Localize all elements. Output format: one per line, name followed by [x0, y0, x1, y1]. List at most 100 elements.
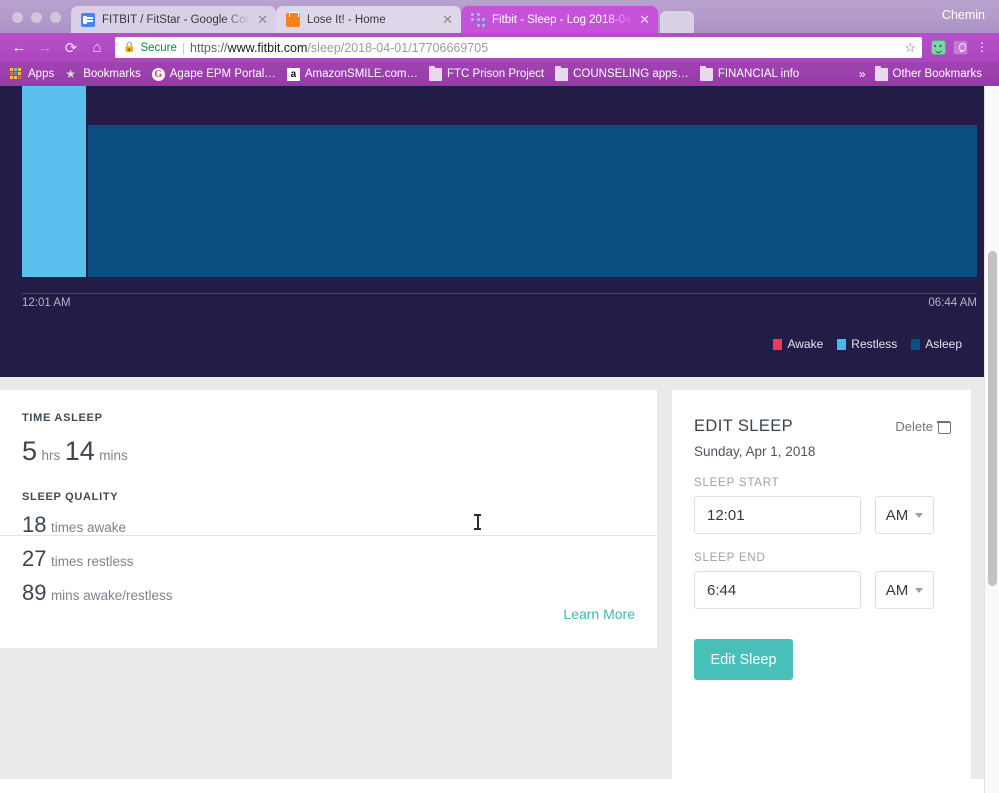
quality-row-awake: 18 times awake — [22, 509, 635, 543]
lock-icon: 🔒 — [123, 42, 136, 53]
profile-name[interactable]: Chemin — [942, 8, 985, 22]
bookmarks-overflow-button[interactable]: » — [852, 67, 873, 81]
time-asleep-hours-unit: hrs — [41, 448, 61, 463]
learn-more-link[interactable]: Learn More — [563, 606, 635, 622]
legend-item-awake: Awake — [773, 337, 823, 351]
folder-icon — [699, 66, 713, 81]
tab-fitbit-fitstar-google-contacts[interactable]: FITBIT / FitStar - Google Conta ✕ — [71, 6, 276, 33]
sleep-date: Sunday, Apr 1, 2018 — [694, 444, 816, 459]
bookmark-amazonsmile[interactable]: a AmazonSMILE.com… — [285, 67, 427, 81]
chart-end-time-label: 06:44 AM — [928, 297, 977, 309]
new-tab-button[interactable] — [660, 11, 694, 33]
close-icon[interactable]: ✕ — [257, 13, 268, 26]
card-divider — [0, 535, 657, 536]
sleep-stats-card: TIME ASLEEP 5 hrs 14 mins SLEEP QUALITY … — [0, 390, 657, 648]
meridiem-value: AM — [885, 506, 909, 524]
bookmark-ftc-prison-project[interactable]: FTC Prison Project — [427, 66, 553, 81]
forward-arrow-icon[interactable]: → — [32, 35, 58, 61]
chevron-down-icon — [915, 587, 924, 593]
chart-band-asleep — [88, 125, 977, 277]
sleep-quality-section: SLEEP QUALITY 18 times awake 27 times re… — [0, 467, 657, 611]
close-icon[interactable]: ✕ — [442, 13, 453, 26]
bookmark-bookmarks[interactable]: ★ Bookmarks — [63, 66, 150, 81]
bookmark-other-bookmarks[interactable]: Other Bookmarks — [873, 66, 991, 81]
tab-label: FITBIT / FitStar - Google Conta — [102, 13, 251, 26]
tab-lose-it-home[interactable]: Lose It! - Home ✕ — [276, 6, 461, 33]
star-icon[interactable]: ☆ — [904, 40, 916, 56]
bookmark-label: AmazonSMILE.com… — [304, 68, 418, 80]
tab-fitbit-sleep-log[interactable]: Fitbit - Sleep - Log 2018-04-0 ✕ — [461, 6, 658, 33]
folder-icon — [874, 66, 888, 81]
chart-axis-line — [22, 293, 977, 294]
legend-swatch-asleep — [911, 338, 921, 350]
omnibox-divider: | — [181, 40, 186, 55]
legend-swatch-restless — [837, 338, 847, 350]
tab-label: Fitbit - Sleep - Log 2018-04-0 — [492, 13, 633, 26]
minimize-window-button[interactable] — [31, 12, 42, 23]
tab-label: Lose It! - Home — [307, 13, 386, 26]
legend-label: Restless — [851, 337, 898, 351]
sleep-end-input[interactable]: 6:44 — [694, 571, 861, 609]
sleep-end-label: SLEEP END — [694, 552, 766, 564]
chart-band-restless — [22, 86, 86, 277]
trash-icon — [937, 420, 951, 434]
tab-strip: FITBIT / FitStar - Google Conta ✕ Lose I… — [0, 0, 999, 33]
loseit-icon — [286, 11, 300, 27]
delete-sleep-button[interactable]: Delete — [895, 419, 951, 434]
quality-value: 27 — [22, 546, 47, 571]
bookmark-label: Agape EPM Portal… — [169, 68, 276, 80]
fitbit-icon — [471, 12, 485, 27]
time-asleep-heading: TIME ASLEEP — [22, 412, 103, 424]
apps-grid-icon — [10, 67, 23, 81]
chart-axis-labels: 12:01 AM 06:44 AM — [22, 297, 977, 309]
scrollbar-thumb[interactable] — [988, 251, 997, 586]
sleep-end-row: 6:44 AM — [672, 564, 971, 609]
folder-icon — [428, 66, 442, 81]
browser-window: FITBIT / FitStar - Google Conta ✕ Lose I… — [0, 0, 999, 793]
zoom-window-button[interactable] — [50, 12, 61, 23]
back-arrow-icon[interactable]: ← — [6, 35, 32, 61]
close-icon[interactable]: ✕ — [639, 13, 650, 26]
page-footer — [0, 779, 984, 793]
bookmark-label: COUNSELING apps… — [573, 68, 689, 80]
window-controls[interactable] — [0, 12, 71, 33]
edit-sleep-submit-button[interactable]: Edit Sleep — [694, 639, 793, 680]
star-icon: ★ — [65, 66, 76, 81]
chart-legend: Awake Restless Asleep — [773, 337, 962, 351]
quality-label: times awake — [50, 520, 126, 535]
smiley-extension-icon[interactable] — [927, 37, 949, 59]
sleep-chart[interactable] — [22, 86, 977, 277]
text-cursor — [474, 514, 481, 530]
quality-label: mins awake/restless — [50, 588, 173, 603]
bulb-extension-icon[interactable] — [949, 37, 971, 59]
url-path: /sleep/2018-04-01/17706669705 — [307, 40, 489, 55]
legend-swatch-awake — [773, 338, 783, 350]
chevron-down-icon — [915, 512, 924, 518]
bookmark-label: Bookmarks — [83, 68, 141, 80]
close-window-button[interactable] — [12, 12, 23, 23]
quality-row-restless: 27 times restless — [22, 543, 635, 577]
secure-label: Secure — [140, 41, 177, 54]
sleep-end-meridiem-select[interactable]: AM — [875, 571, 934, 609]
bookmark-apps[interactable]: Apps — [8, 67, 63, 81]
chart-start-time-label: 12:01 AM — [22, 297, 71, 309]
sleep-start-meridiem-select[interactable]: AM — [875, 496, 934, 534]
sleep-start-input[interactable]: 12:01 — [694, 496, 861, 534]
kebab-menu-icon[interactable]: ⋮ — [971, 37, 993, 59]
bookmark-label: Apps — [28, 68, 55, 80]
bookmark-label: FINANCIAL info — [717, 68, 800, 80]
home-icon[interactable]: ⌂ — [84, 35, 110, 61]
url-scheme: https:// — [190, 40, 228, 55]
quality-value: 89 — [22, 580, 47, 605]
bookmark-counseling-apps[interactable]: COUNSELING apps… — [553, 66, 698, 81]
time-asleep-minutes: 14 — [64, 436, 95, 466]
reload-icon[interactable]: ⟳ — [58, 35, 84, 61]
page-viewport: 12:01 AM 06:44 AM Awake Restless Asleep — [0, 86, 999, 793]
edit-sleep-card: EDIT SLEEP Delete Sunday, Apr 1, 2018 SL… — [672, 390, 971, 793]
sleep-chart-panel: 12:01 AM 06:44 AM Awake Restless Asleep — [0, 86, 984, 377]
contacts-icon — [81, 12, 95, 27]
bookmark-agape-epm-portal[interactable]: G Agape EPM Portal… — [150, 67, 285, 81]
bookmark-financial-info[interactable]: FINANCIAL info — [698, 66, 808, 81]
address-bar[interactable]: 🔒 Secure | https://www.fitbit.com/sleep/… — [115, 37, 922, 58]
page-scrollbar[interactable] — [984, 86, 999, 793]
